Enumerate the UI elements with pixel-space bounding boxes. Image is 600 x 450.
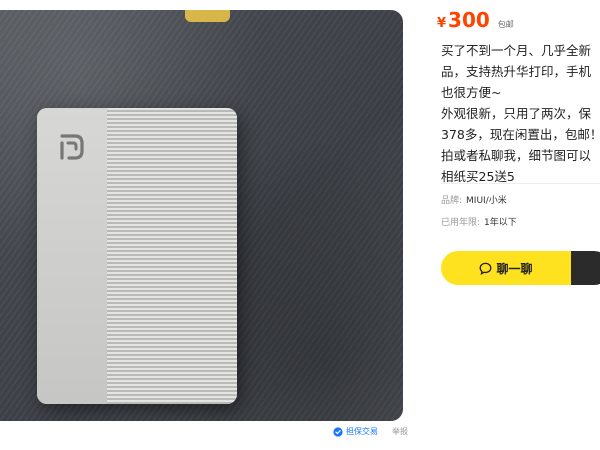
chat-button[interactable]: 聊一聊 (441, 251, 571, 285)
device-top-panel (37, 108, 107, 404)
product-photo[interactable] (0, 10, 403, 421)
price-row: ¥ 300 包邮 (437, 8, 514, 32)
price-value: 300 (448, 8, 490, 32)
mi-logo-icon (60, 134, 84, 160)
secure-trade-link[interactable]: 担保交易 (346, 426, 378, 437)
attribute-label: 已用年限: (441, 218, 481, 228)
buy-button[interactable] (571, 251, 600, 285)
item-description: 买了不到一个月、几乎全新 品，支持热升华打印，手机 也很方便~ 外观很新，只用了… (441, 43, 600, 184)
attribute-value: MIUI/小米 (466, 196, 507, 206)
divider (441, 183, 600, 184)
report-link[interactable]: 举报 (392, 426, 408, 437)
chat-bubble-icon (480, 262, 492, 275)
shield-check-icon (333, 426, 343, 437)
photo-printer-device (37, 108, 237, 404)
attribute-usage: 已用年限: 1年以下 (441, 215, 517, 228)
attribute-label: 品牌: (441, 196, 463, 206)
chat-button-label: 聊一聊 (496, 261, 533, 276)
shipping-label: 包邮 (497, 20, 514, 29)
photo-footer: 担保交易 举报 (333, 426, 408, 437)
currency-symbol: ¥ (437, 16, 447, 31)
attribute-value: 1年以下 (484, 218, 517, 228)
background-object (185, 10, 230, 22)
device-ribbed-surface (107, 108, 237, 404)
attribute-brand: 品牌: MIUI/小米 (441, 193, 507, 206)
